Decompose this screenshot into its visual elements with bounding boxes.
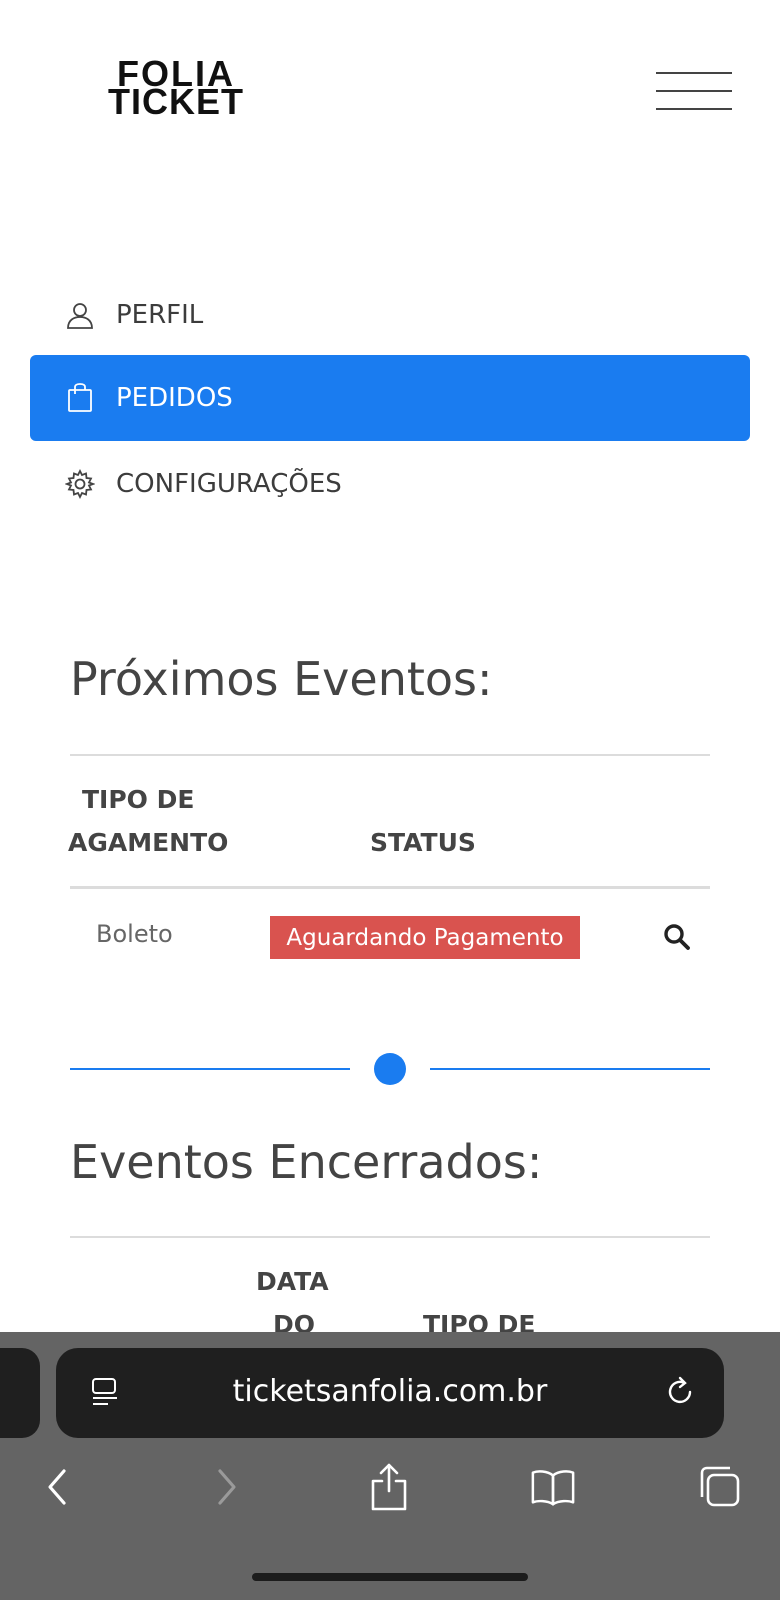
url-text: ticketsanfolia.com.br xyxy=(232,1374,548,1409)
forward-button[interactable] xyxy=(204,1464,250,1510)
menu-item-label: CONFIGURAÇÕES xyxy=(116,469,342,499)
menu-item-pedidos[interactable]: PEDIDOS xyxy=(30,355,750,441)
home-indicator xyxy=(252,1573,528,1581)
menu-item-configuracoes[interactable]: CONFIGURAÇÕES xyxy=(30,441,750,527)
search-icon xyxy=(664,924,690,950)
address-bar[interactable]: ticketsanfolia.com.br xyxy=(56,1348,724,1438)
section-divider-right xyxy=(430,1068,710,1070)
book-icon xyxy=(531,1470,575,1506)
previous-tab-peek[interactable] xyxy=(0,1348,40,1438)
menu-item-label: PERFIL xyxy=(116,300,204,330)
menu-item-perfil[interactable]: PERFIL xyxy=(30,272,750,358)
shopping-bag-icon xyxy=(64,382,96,414)
column-header-data: DATA xyxy=(256,1267,329,1296)
closed-events-title: Eventos Encerrados: xyxy=(70,1135,543,1189)
gear-icon xyxy=(64,468,96,500)
table-header-rule xyxy=(70,886,710,889)
brand-logo[interactable]: FOLIA TICKET xyxy=(78,56,274,122)
payment-type-cell: Boleto xyxy=(96,920,173,948)
column-header-pagamento: AGAMENTO xyxy=(68,828,229,857)
bookmarks-button[interactable] xyxy=(530,1464,576,1510)
hamburger-bar xyxy=(656,72,732,74)
share-button[interactable] xyxy=(366,1463,412,1511)
reload-icon[interactable] xyxy=(662,1374,698,1410)
logo-line-2: TICKET xyxy=(108,81,244,122)
hamburger-menu-button[interactable] xyxy=(656,68,732,114)
section-divider-left xyxy=(70,1068,350,1070)
user-icon xyxy=(64,299,96,331)
column-header-status: STATUS xyxy=(370,828,476,857)
tabs-button[interactable] xyxy=(696,1464,742,1510)
hamburger-bar xyxy=(656,108,732,110)
table-top-rule xyxy=(70,754,710,756)
back-button[interactable] xyxy=(34,1464,80,1510)
upcoming-events-title: Próximos Eventos: xyxy=(70,652,493,706)
status-badge: Aguardando Pagamento xyxy=(270,916,580,959)
column-header-tipo-de: TIPO DE xyxy=(82,785,195,814)
chevron-right-icon xyxy=(218,1469,236,1505)
chevron-left-icon xyxy=(48,1469,66,1505)
hamburger-bar xyxy=(656,90,732,92)
menu-item-label: PEDIDOS xyxy=(116,383,233,413)
view-order-button[interactable] xyxy=(662,922,694,954)
share-icon xyxy=(371,1463,407,1511)
section-divider-dot xyxy=(374,1053,406,1085)
tabs-icon xyxy=(700,1466,740,1507)
table-top-rule xyxy=(70,1236,710,1238)
